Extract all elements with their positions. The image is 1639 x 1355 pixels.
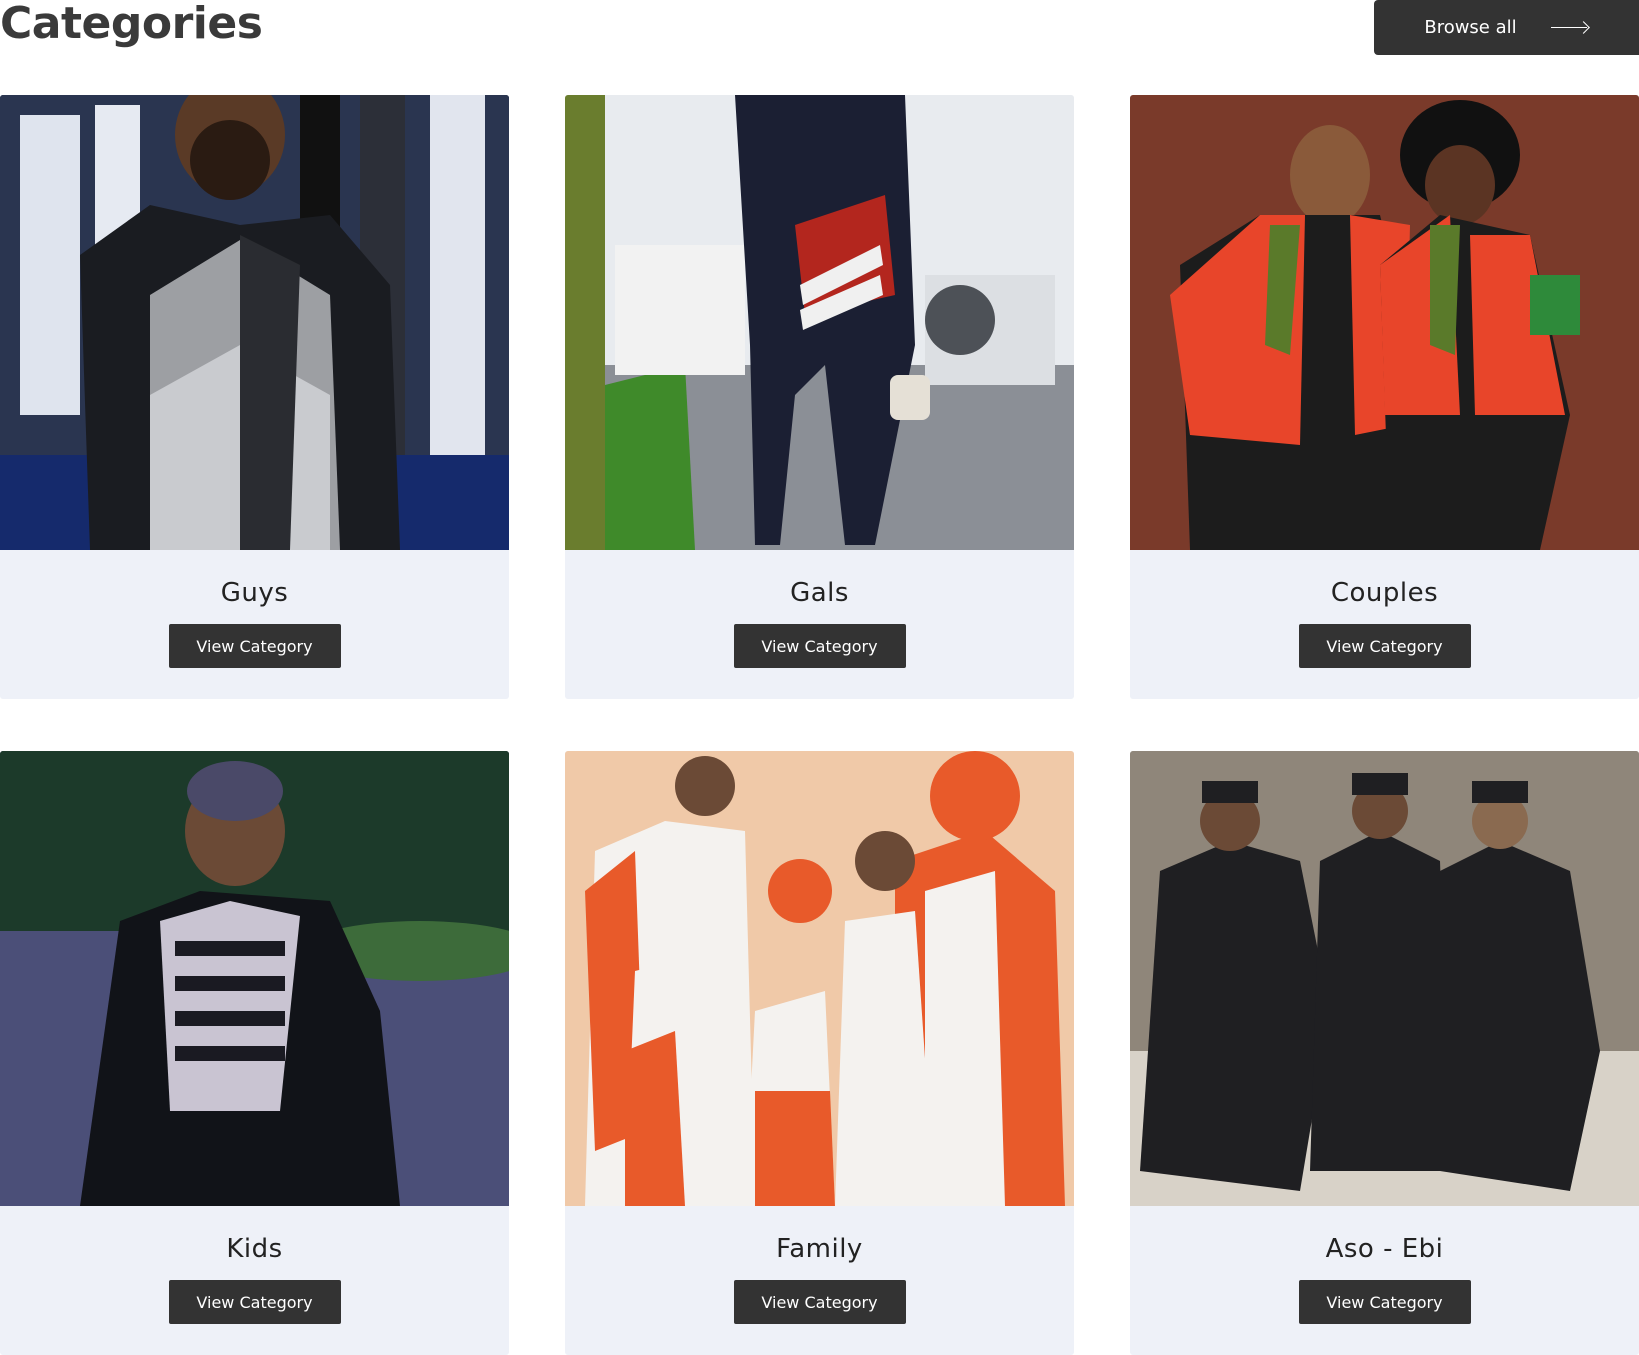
category-title: Gals	[790, 578, 849, 608]
category-title: Aso - Ebi	[1325, 1234, 1444, 1264]
category-grid: Guys View Category Gals View Category Co…	[0, 95, 1639, 1355]
category-title: Kids	[226, 1234, 283, 1264]
view-category-button[interactable]: View Category	[733, 1280, 906, 1324]
view-category-button[interactable]: View Category	[1298, 624, 1471, 668]
browse-all-label: Browse all	[1424, 17, 1517, 38]
view-category-button[interactable]: View Category	[1298, 1280, 1471, 1324]
category-title: Family	[776, 1234, 863, 1264]
view-category-button[interactable]: View Category	[733, 624, 906, 668]
card-body: Family View Category	[565, 1206, 1074, 1355]
category-title: Couples	[1330, 578, 1439, 608]
category-title: Guys	[220, 578, 289, 608]
category-image-aso-ebi[interactable]	[1130, 751, 1639, 1206]
category-card-aso-ebi: Aso - Ebi View Category	[1130, 751, 1639, 1355]
category-image-gals[interactable]	[565, 95, 1074, 550]
category-image-guys[interactable]	[0, 95, 509, 550]
category-image-kids[interactable]	[0, 751, 509, 1206]
page-title: Categories	[0, 0, 263, 49]
category-card-gals: Gals View Category	[565, 95, 1074, 699]
category-image-couples[interactable]	[1130, 95, 1639, 550]
browse-all-button[interactable]: Browse all	[1374, 0, 1639, 55]
card-body: Guys View Category	[0, 550, 509, 699]
card-body: Couples View Category	[1130, 550, 1639, 699]
category-image-family[interactable]	[565, 751, 1074, 1206]
section-header: Categories Browse all	[0, 0, 1639, 60]
view-category-button[interactable]: View Category	[168, 624, 341, 668]
card-body: Gals View Category	[565, 550, 1074, 699]
card-body: Kids View Category	[0, 1206, 509, 1355]
category-card-guys: Guys View Category	[0, 95, 509, 699]
category-card-family: Family View Category	[565, 751, 1074, 1355]
view-category-button[interactable]: View Category	[168, 1280, 341, 1324]
card-body: Aso - Ebi View Category	[1130, 1206, 1639, 1355]
category-card-couples: Couples View Category	[1130, 95, 1639, 699]
category-card-kids: Kids View Category	[0, 751, 509, 1355]
arrow-right-icon	[1550, 22, 1589, 34]
